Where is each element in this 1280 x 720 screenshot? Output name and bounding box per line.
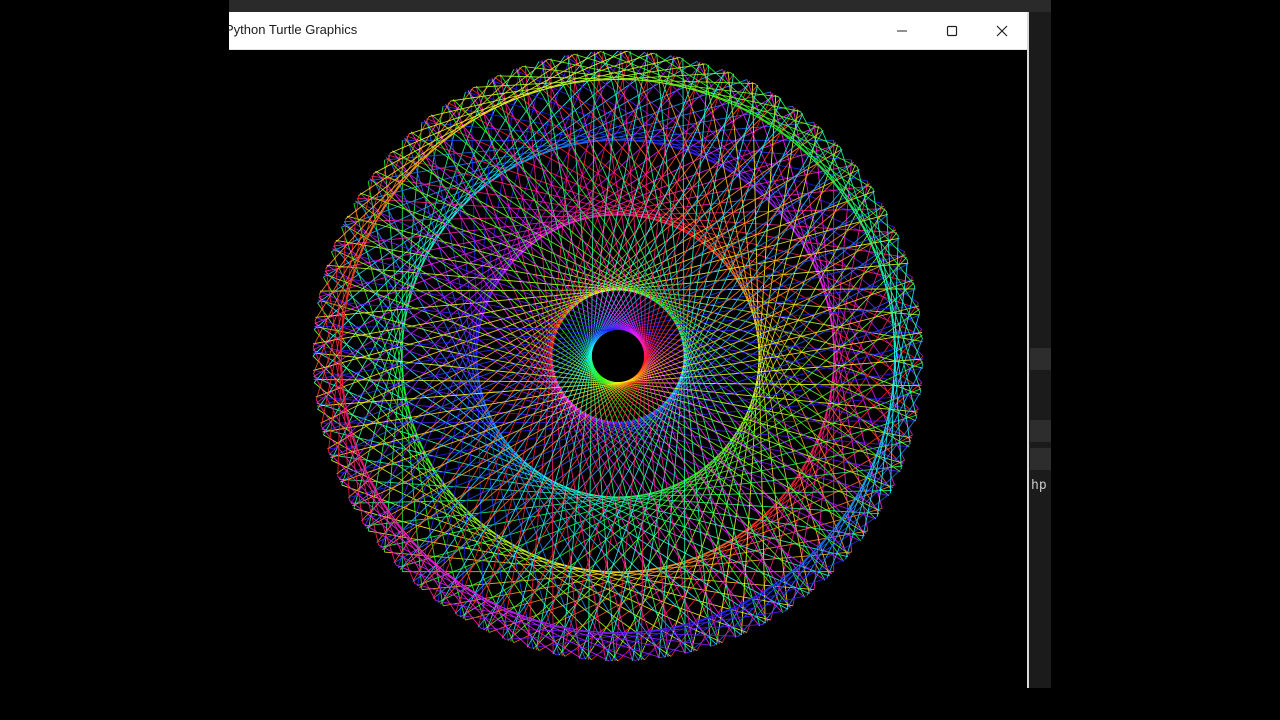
background-topbar (229, 0, 1051, 12)
maximize-icon (946, 25, 958, 36)
background-row (1030, 448, 1051, 470)
spirograph-drawing (312, 50, 924, 662)
title-bar[interactable]: Python Turtle Graphics (229, 12, 1027, 50)
close-icon (996, 25, 1008, 36)
background-row (1030, 348, 1051, 370)
window-title: Python Turtle Graphics (229, 22, 358, 37)
minimize-button[interactable] (879, 12, 925, 49)
turtle-graphics-window[interactable]: Python Turtle Graphics (229, 12, 1029, 688)
background-row (1030, 420, 1051, 442)
background-partial-text: hp (1031, 478, 1047, 493)
close-button[interactable] (979, 12, 1025, 49)
maximize-button[interactable] (929, 12, 975, 49)
turtle-canvas[interactable] (229, 50, 1027, 688)
minimize-icon (897, 30, 907, 31)
